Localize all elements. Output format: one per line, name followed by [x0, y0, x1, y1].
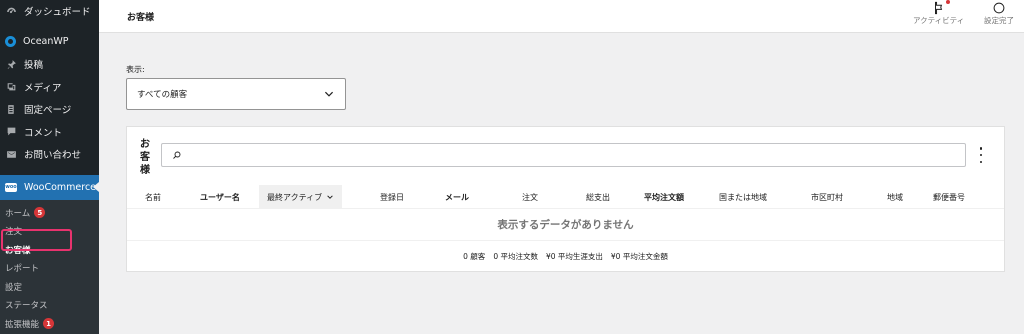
notification-badge: 1	[43, 318, 55, 330]
activity-label: アクティビティ	[913, 16, 965, 25]
submenu-item-status[interactable]: ステータス	[0, 296, 99, 315]
summary-avg-lifetime-spend: ¥0 平均生涯支出	[545, 251, 603, 261]
summary-customers: 0 顧客	[463, 251, 486, 261]
search-input[interactable]	[161, 143, 966, 167]
sidebar-item-comments[interactable]: コメント	[0, 121, 99, 144]
submenu-item-home[interactable]: ホーム 5	[0, 204, 99, 223]
empty-state-message: 表示するデータがありません	[127, 209, 1004, 241]
woocommerce-submenu: ホーム 5 注文 お客様 レポート 設定 ステータス 拡張機能 1	[0, 199, 99, 334]
submenu-item-label: レポート	[5, 264, 40, 275]
column-header-username[interactable]: ユーザー名	[200, 185, 240, 209]
search-icon	[173, 151, 181, 159]
sidebar-item-label: お問い合わせ	[24, 150, 82, 162]
sidebar-item-label: ダッシュボード	[24, 7, 91, 19]
column-header-last-active[interactable]: 最終アクティブ	[259, 185, 343, 209]
sidebar-item-dashboard[interactable]: ダッシュボード	[0, 0, 99, 23]
admin-sidebar: ダッシュボード OceanWP 投稿 メディア 固定ページ コメント お問い合わ…	[0, 0, 99, 334]
flag-icon	[934, 1, 942, 15]
column-header-name[interactable]: 名前	[145, 185, 161, 209]
submenu-item-reports[interactable]: レポート	[0, 259, 99, 278]
submenu-item-settings[interactable]: 設定	[0, 278, 99, 297]
sidebar-item-label: メディア	[24, 82, 62, 94]
notification-dot	[946, 0, 951, 4]
sidebar-item-contact[interactable]: お問い合わせ	[0, 143, 99, 166]
sidebar-item-oceanwp[interactable]: OceanWP	[0, 31, 99, 54]
woocommerce-logo-icon: woo	[5, 182, 17, 192]
column-header-registered[interactable]: 登録日	[380, 185, 404, 209]
media-icon	[5, 81, 17, 93]
pin-icon	[5, 58, 17, 70]
summary-avg-orders: 0 平均注文数	[493, 251, 538, 261]
submenu-item-label: ステータス	[5, 301, 48, 312]
page-icon	[5, 103, 17, 115]
table-header: 名前 ユーザー名 最終アクティブ 登録日 メール 注文 総支出 平均注文額 国ま…	[127, 185, 1004, 209]
customers-table-card: お客様 名前 ユーザー名 最終アクティブ 登録日 メール 注文 総支出 平均注文…	[126, 126, 1005, 272]
column-header-country[interactable]: 国または地域	[719, 185, 767, 209]
column-header-postal-code[interactable]: 郵便番号	[933, 185, 965, 209]
sidebar-item-label: WooCommerce	[24, 181, 97, 193]
submenu-item-extensions[interactable]: 拡張機能 1	[0, 315, 99, 334]
submenu-item-label: ホーム	[5, 208, 31, 219]
column-header-aov[interactable]: 平均注文額	[644, 185, 684, 209]
oceanwp-icon	[5, 36, 16, 48]
card-title: お客様	[140, 139, 150, 176]
sidebar-item-posts[interactable]: 投稿	[0, 53, 99, 76]
column-header-orders[interactable]: 注文	[522, 185, 538, 209]
sort-chevron-icon	[327, 195, 333, 199]
progress-circle-icon	[993, 2, 1005, 14]
dashboard-icon	[5, 5, 17, 17]
sidebar-item-woocommerce[interactable]: woo WooCommerce	[0, 174, 99, 200]
sidebar-item-label: コメント	[24, 127, 63, 139]
comment-icon	[5, 126, 17, 138]
sidebar-item-media[interactable]: メディア	[0, 76, 99, 99]
highlight-annotation	[1, 229, 72, 251]
mail-icon	[5, 148, 17, 160]
page-title: お客様	[127, 13, 155, 23]
setup-button[interactable]: 設定完了	[984, 0, 1014, 26]
page-header: お客様 アクティビティ 設定完了	[99, 0, 1024, 33]
chevron-down-icon	[324, 91, 334, 97]
sidebar-item-label: 投稿	[24, 60, 44, 72]
select-value: すべての顧客	[137, 90, 188, 100]
column-header-email[interactable]: メール	[445, 185, 469, 209]
setup-label: 設定完了	[984, 16, 1014, 25]
view-label: 表示:	[126, 65, 145, 74]
column-header-label: 最終アクティブ	[267, 192, 323, 202]
summary-avg-order-value: ¥0 平均注文金額	[610, 251, 668, 261]
table-summary: 0 顧客 0 平均注文数 ¥0 平均生涯支出 ¥0 平均注文金額	[127, 241, 1004, 271]
sidebar-item-pages[interactable]: 固定ページ	[0, 98, 99, 121]
submenu-item-label: 設定	[5, 282, 23, 293]
submenu-item-label: 拡張機能	[5, 319, 40, 330]
column-header-region[interactable]: 地域	[887, 185, 903, 209]
sidebar-item-label: 固定ページ	[24, 105, 72, 117]
sidebar-item-label: OceanWP	[23, 36, 69, 48]
customer-view-select[interactable]: すべての顧客	[126, 78, 346, 110]
activity-button[interactable]: アクティビティ	[913, 0, 964, 26]
more-options-icon[interactable]	[977, 147, 985, 163]
column-header-city[interactable]: 市区町村	[811, 185, 843, 209]
notification-badge: 5	[34, 207, 46, 219]
column-header-total-spend[interactable]: 総支出	[586, 185, 610, 209]
